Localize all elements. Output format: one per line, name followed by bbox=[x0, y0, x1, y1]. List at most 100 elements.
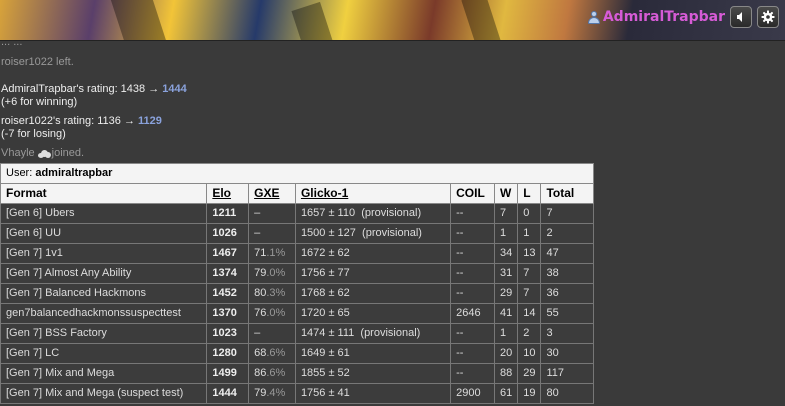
sound-button[interactable] bbox=[730, 6, 752, 28]
col-total: Total bbox=[540, 183, 594, 204]
joined-suffix: joined. bbox=[51, 147, 85, 159]
losses-cell: 1 bbox=[517, 223, 542, 244]
gxe-int: – bbox=[254, 327, 261, 339]
joined-user[interactable]: Vhayle bbox=[1, 147, 35, 160]
gxe-cell: 76.0% bbox=[248, 303, 296, 324]
format-cell: [Gen 7] LC bbox=[0, 343, 208, 364]
ladder-body: [Gen 6] Ubers 1211–1657 ± 110 (provisiona… bbox=[0, 203, 594, 404]
glicko-cell: 1672 ± 62 bbox=[294, 243, 452, 264]
gxe-cell: 86.6% bbox=[248, 363, 296, 384]
total-cell: 55 bbox=[540, 303, 594, 324]
glicko-cell: 1756 ± 41 bbox=[294, 383, 452, 404]
glicko-value: 1474 ± 111 bbox=[300, 327, 355, 339]
wins-cell: 34 bbox=[493, 243, 519, 264]
col-gxe[interactable]: GXE bbox=[248, 183, 296, 204]
elo-cell: 1499 bbox=[206, 363, 250, 384]
coil-cell: -- bbox=[450, 243, 495, 264]
wins-cell: 41 bbox=[493, 303, 519, 324]
elo-cell: 1467 bbox=[206, 243, 250, 264]
col-wins: W bbox=[493, 183, 519, 204]
settings-button[interactable] bbox=[757, 6, 779, 28]
gxe-dec: .6% bbox=[266, 367, 286, 379]
col-glicko[interactable]: Glicko-1 bbox=[294, 183, 452, 204]
format-cell: gen7balancedhackmonssuspecttest bbox=[0, 303, 208, 324]
coil-cell: -- bbox=[450, 343, 495, 364]
elo-cell: 1370 bbox=[206, 303, 250, 324]
gxe-dec: .0% bbox=[266, 307, 286, 319]
losses-cell: 19 bbox=[517, 383, 542, 404]
coil-cell: -- bbox=[450, 283, 495, 304]
glicko-value: 1672 ± 62 bbox=[300, 247, 350, 259]
sound-icon bbox=[737, 12, 742, 22]
losses-cell: 13 bbox=[517, 243, 542, 264]
gxe-int: 68 bbox=[254, 347, 267, 359]
glicko-value: 1657 ± 110 bbox=[300, 207, 356, 219]
losses-cell: 14 bbox=[517, 303, 542, 324]
table-row: [Gen 7] Mix and Mega 1499 86.6% 1855 ± 52 --… bbox=[0, 363, 594, 384]
coil-cell: -- bbox=[450, 203, 495, 224]
glicko-cell: 1500 ± 127 (provisional) bbox=[294, 223, 452, 244]
rating-prefix: AdmiralTrapbar's rating: 1438 → bbox=[1, 83, 163, 95]
left-message: roiser1022 left. bbox=[1, 56, 74, 68]
gxe-cell: 71.1% bbox=[248, 243, 296, 264]
gxe-int: – bbox=[254, 227, 261, 239]
glicko-cell: 1649 ± 61 bbox=[294, 343, 452, 364]
elo-cell: 1026 bbox=[206, 223, 250, 244]
joined-message: Vhayle joined. bbox=[1, 147, 785, 160]
glicko-value: 1768 ± 62 bbox=[300, 287, 350, 299]
rating-change: (-7 for losing) bbox=[1, 128, 66, 140]
table-row: [Gen 7] 1v1 1467 71.1% 1672 ± 62 -- 34 13 47 bbox=[0, 243, 594, 264]
ladder-user-label: User: bbox=[6, 167, 36, 179]
col-elo[interactable]: Elo bbox=[206, 183, 250, 204]
glicko-value: 1855 ± 52 bbox=[300, 367, 350, 379]
glicko-cell: 1768 ± 62 bbox=[294, 283, 452, 304]
coil-cell: -- bbox=[450, 263, 495, 284]
elo-cell: 1280 bbox=[206, 343, 250, 364]
table-row: [Gen 7] LC 1280 68.6% 1649 ± 61 -- 20 10 30 bbox=[0, 343, 594, 364]
cloud-icon bbox=[37, 149, 51, 158]
format-cell: [Gen 7] Mix and Mega (suspect test) bbox=[0, 383, 208, 404]
glicko-value: 1649 ± 61 bbox=[300, 347, 350, 359]
elo-cell: 1023 bbox=[206, 323, 250, 344]
rating-new-value: 1444 bbox=[162, 83, 187, 95]
coil-cell: -- bbox=[450, 363, 495, 384]
losses-cell: 2 bbox=[517, 323, 542, 344]
gxe-cell: 79.4% bbox=[248, 383, 296, 404]
gxe-cell: 80.3% bbox=[248, 283, 296, 304]
wins-cell: 31 bbox=[493, 263, 519, 284]
gxe-cell: – bbox=[248, 203, 296, 224]
format-cell: [Gen 7] Balanced Hackmons bbox=[0, 283, 208, 304]
gxe-int: 76 bbox=[254, 307, 267, 319]
losses-cell: 7 bbox=[517, 283, 542, 304]
user-icon bbox=[587, 10, 600, 24]
provisional-label: (provisional) bbox=[361, 207, 422, 219]
total-cell: 30 bbox=[540, 343, 594, 364]
table-row: gen7balancedhackmonssuspecttest 1370 76.0%… bbox=[0, 303, 594, 324]
table-row: [Gen 6] Ubers 1211– 1657 ± 110 (provisiona… bbox=[0, 203, 594, 224]
rating-message-loser: roiser1022's rating: 1136 → 1129 (-7 for… bbox=[1, 115, 785, 141]
glicko-value: 1756 ± 77 bbox=[300, 267, 350, 279]
ladder-header-row: Format Elo GXE Glicko-1 COIL W L Total bbox=[0, 183, 594, 204]
format-cell: [Gen 7] 1v1 bbox=[0, 243, 208, 264]
wins-cell: 88 bbox=[493, 363, 519, 384]
log-partial-line: ... ... bbox=[1, 39, 23, 48]
total-cell: 80 bbox=[540, 383, 594, 404]
total-cell: 3 bbox=[540, 323, 594, 344]
rating-prefix: roiser1022's rating: 1136 → bbox=[1, 115, 139, 127]
total-cell: 2 bbox=[540, 223, 594, 244]
glicko-cell: 1720 ± 65 bbox=[294, 303, 452, 324]
losses-cell: 10 bbox=[517, 343, 542, 364]
gxe-dec: .6% bbox=[266, 347, 286, 359]
gxe-int: – bbox=[254, 207, 261, 219]
ladder-user-name: admiraltrapbar bbox=[35, 167, 113, 179]
format-cell: [Gen 7] BSS Factory bbox=[0, 323, 208, 344]
gxe-int: 79 bbox=[254, 387, 267, 399]
total-cell: 47 bbox=[540, 243, 594, 264]
coil-cell: -- bbox=[450, 223, 495, 244]
table-row: [Gen 7] Mix and Mega (suspect test) 1444 7… bbox=[0, 383, 594, 404]
table-row: [Gen 7] Balanced Hackmons 1452 80.3% 1768 ±… bbox=[0, 283, 594, 304]
wins-cell: 1 bbox=[493, 223, 519, 244]
gxe-dec: .0% bbox=[266, 267, 286, 279]
username-button[interactable]: AdmiralTrapbar bbox=[587, 9, 725, 25]
glicko-value: 1500 ± 127 bbox=[300, 227, 356, 239]
